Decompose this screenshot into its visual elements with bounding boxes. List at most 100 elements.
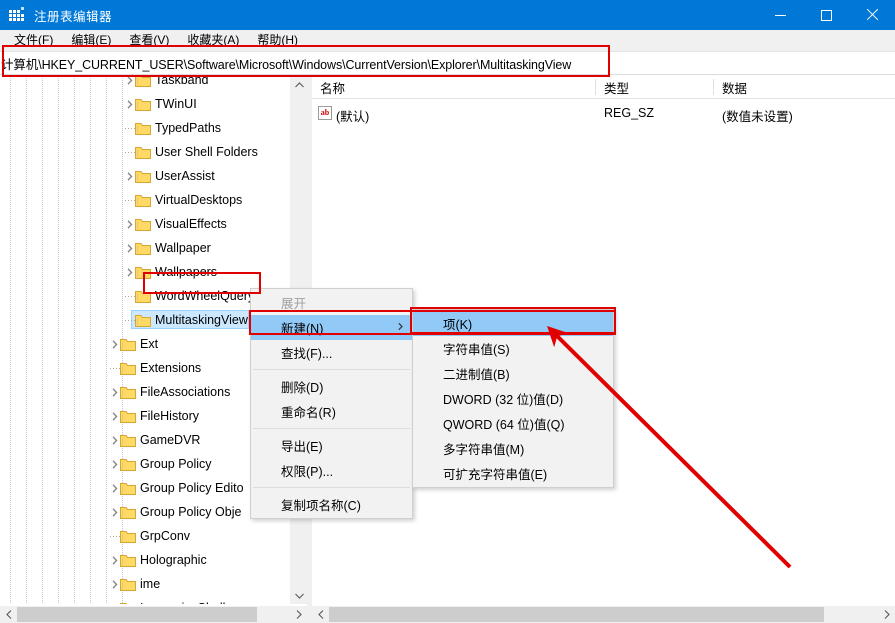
ctx-new[interactable]: 新建(N): [251, 315, 412, 340]
values-hscroll-thumb[interactable]: [329, 607, 824, 622]
menu-view[interactable]: 查看(V): [120, 31, 178, 50]
sub-binary[interactable]: 二进制值(B): [413, 361, 613, 386]
folder-icon: [135, 289, 151, 303]
tree-item-label: Ext: [140, 336, 158, 352]
tree-item[interactable]: UserAssist: [0, 164, 290, 188]
folder-icon: [120, 337, 136, 351]
tree-item[interactable]: TWinUI: [0, 92, 290, 116]
ctx-permissions[interactable]: 权限(P)...: [251, 458, 412, 483]
menu-item-label: 多字符串值(M): [443, 439, 524, 458]
folder-icon: [135, 265, 151, 279]
tree-item[interactable]: VisualEffects: [0, 212, 290, 236]
tree-hscroll-thumb[interactable]: [17, 607, 257, 622]
folder-icon: [135, 313, 151, 327]
menu-file[interactable]: 文件(F): [5, 31, 62, 50]
tree-item[interactable]: GameDVR: [0, 428, 290, 452]
column-data[interactable]: 数据: [714, 76, 895, 98]
submenu-chevron-icon: [398, 322, 403, 333]
tree-item[interactable]: VirtualDesktops: [0, 188, 290, 212]
tree-item[interactable]: WordWheelQuery: [0, 284, 290, 308]
menu-item-label: 权限(P)...: [281, 461, 333, 480]
menu-item-label: 重命名(R): [281, 402, 336, 421]
tree-item[interactable]: Ext: [0, 332, 290, 356]
tree-item[interactable]: Group Policy Obje: [0, 500, 290, 524]
ab-string-icon: ab: [318, 106, 332, 120]
tree-item-label: UserAssist: [155, 168, 215, 184]
scroll-down-icon[interactable]: [291, 587, 308, 604]
tree-item[interactable]: Holographic: [0, 548, 290, 572]
sub-qword[interactable]: QWORD (64 位)值(Q): [413, 411, 613, 436]
folder-icon: [135, 193, 151, 207]
folder-icon: [120, 361, 136, 375]
tree-item[interactable]: Wallpaper: [0, 236, 290, 260]
menu-bar: 文件(F)编辑(E)查看(V)收藏夹(A)帮助(H): [0, 30, 895, 51]
new-submenu[interactable]: 项(K)字符串值(S)二进制值(B) DWORD (32 位)值(D) QWORD …: [412, 309, 614, 488]
maximize-button[interactable]: [803, 0, 849, 30]
sub-multistring[interactable]: 多字符串值(M): [413, 436, 613, 461]
ctx-copy-key-name[interactable]: 复制项名称(C): [251, 492, 412, 517]
menu-edit[interactable]: 编辑(E): [62, 31, 120, 50]
hscroll-left-icon[interactable]: [0, 606, 17, 623]
maximize-icon: [821, 10, 832, 21]
address-bar[interactable]: 计算机\HKEY_CURRENT_USER\Software\Microsoft…: [0, 51, 895, 75]
ctx-rename[interactable]: 重命名(R): [251, 399, 412, 424]
sub-string[interactable]: 字符串值(S): [413, 336, 613, 361]
sub-expandstring[interactable]: 可扩充字符串值(E): [413, 461, 613, 486]
ctx-export[interactable]: 导出(E): [251, 433, 412, 458]
registry-icon: [9, 7, 25, 23]
tree-item[interactable]: Extensions: [0, 356, 290, 380]
folder-icon: [135, 76, 151, 87]
context-menu[interactable]: 展开新建(N)查找(F)...删除(D)重命名(R)导出(E)权限(P)...复…: [250, 288, 413, 519]
menu-item-label: QWORD (64 位)值(Q): [443, 414, 565, 433]
scroll-up-icon[interactable]: [291, 76, 308, 93]
values-hscroll-left-icon[interactable]: [312, 606, 329, 623]
tree-item-label: WordWheelQuery: [155, 288, 254, 304]
menu-favorites[interactable]: 收藏夹(A): [178, 31, 248, 50]
column-type[interactable]: 类型: [596, 76, 714, 98]
tree-item[interactable]: ime: [0, 572, 290, 596]
folder-icon: [120, 577, 136, 591]
ctx-delete[interactable]: 删除(D): [251, 374, 412, 399]
menu-item-label: DWORD (32 位)值(D): [443, 389, 563, 408]
menu-item-label: 查找(F)...: [281, 343, 332, 362]
tree-item-label: Group Policy Obje: [140, 504, 241, 520]
tree-item[interactable]: TypedPaths: [0, 116, 290, 140]
menu-item-label: 新建(N): [281, 318, 323, 337]
menu-help[interactable]: 帮助(H): [248, 31, 307, 50]
tree-item-label: Group Policy Edito: [140, 480, 244, 496]
sub-dword[interactable]: DWORD (32 位)值(D): [413, 386, 613, 411]
value-row[interactable]: ab(默认)REG_SZ(数值未设置): [312, 104, 895, 124]
window-title: 注册表编辑器: [34, 6, 112, 25]
tree-item[interactable]: Taskband: [0, 76, 290, 92]
tree-item[interactable]: Group Policy Edito: [0, 476, 290, 500]
folder-icon: [120, 529, 136, 543]
tree-item[interactable]: FileHistory: [0, 404, 290, 428]
tree-item[interactable]: FileAssociations: [0, 380, 290, 404]
title-bar: 注册表编辑器: [0, 0, 895, 30]
minimize-button[interactable]: [757, 0, 803, 30]
sub-key[interactable]: 项(K): [413, 311, 613, 336]
folder-icon: [135, 145, 151, 159]
hscroll-right-icon[interactable]: [290, 606, 307, 623]
column-header-label: 名称: [320, 78, 345, 97]
values-header: 名称 类型数据: [312, 76, 895, 99]
tree-item-selected[interactable]: MultitaskingView: [0, 308, 290, 332]
values-horizontal-scrollbar[interactable]: [312, 606, 895, 623]
ctx-find[interactable]: 查找(F)...: [251, 340, 412, 365]
folder-icon: [120, 553, 136, 567]
menu-separator: [253, 369, 410, 370]
tree-item[interactable]: Wallpapers: [0, 260, 290, 284]
close-button[interactable]: [849, 0, 895, 30]
tree-item[interactable]: ImmersiveShell: [0, 596, 290, 604]
tree-item[interactable]: GrpConv: [0, 524, 290, 548]
values-hscroll-right-icon[interactable]: [878, 606, 895, 623]
tree-item-label: Taskband: [155, 76, 209, 88]
tree-item[interactable]: User Shell Folders: [0, 140, 290, 164]
folder-icon: [120, 409, 136, 423]
tree-item-label: Wallpapers: [155, 264, 217, 280]
column-name[interactable]: 名称: [312, 76, 596, 98]
tree-horizontal-scrollbar[interactable]: [0, 606, 307, 623]
tree-item-label: ime: [140, 576, 160, 592]
tree-item[interactable]: Group Policy: [0, 452, 290, 476]
tree-item-label: VirtualDesktops: [155, 192, 242, 208]
